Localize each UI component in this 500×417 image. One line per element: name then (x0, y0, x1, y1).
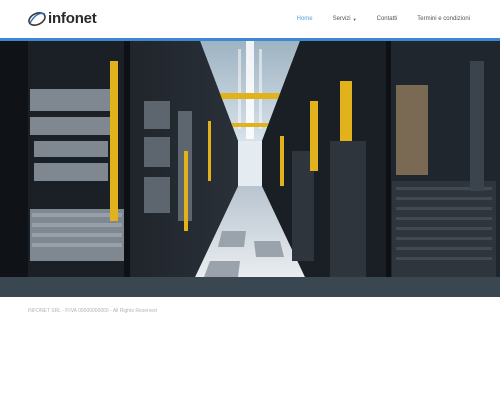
chevron-down-icon: ▼ (352, 16, 357, 22)
nav-item-label: Home (296, 16, 313, 22)
site-header: infonet Home Servizi ▼ Contatti Termini … (0, 0, 500, 38)
nav-item-contatti[interactable]: Contatti (369, 0, 406, 38)
nav-item-servizi[interactable]: Servizi ▼ (325, 0, 365, 38)
swoosh-logo-icon (28, 12, 46, 26)
nav-item-label: Termini e condizioni (417, 16, 470, 22)
hero-image (0, 41, 500, 277)
brand-name: infonet (48, 9, 97, 27)
nav-item-home[interactable]: Home (289, 0, 321, 38)
brand-logo[interactable]: infonet (27, 6, 97, 30)
footer-copyright: INFONET SRL - P.IVA 00000000000 - All Ri… (28, 308, 157, 314)
server-room-illustration (0, 41, 500, 277)
nav-item-label: Servizi (332, 16, 351, 22)
nav-item-label: Contatti (376, 16, 398, 22)
nav-item-termini[interactable]: Termini e condizioni (409, 0, 478, 38)
main-nav: Home Servizi ▼ Contatti Termini e condiz… (289, 0, 478, 38)
hero-bottom-band (0, 277, 500, 297)
